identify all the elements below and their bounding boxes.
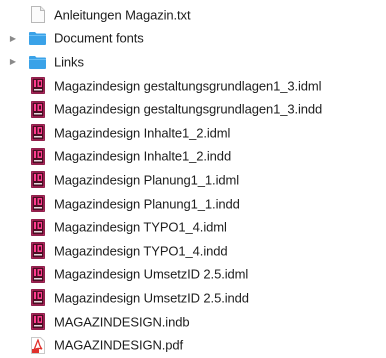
indesign-file-icon: [29, 124, 46, 142]
file-name: Magazindesign gestaltungsgrundlagen1_3.i…: [54, 101, 323, 117]
file-row-anleitungen[interactable]: Anleitungen Magazin.txt: [0, 3, 386, 27]
file-row[interactable]: MAGAZINDESIGN.indb: [0, 310, 386, 334]
file-name: Document fonts: [54, 30, 144, 46]
text-file-icon: [29, 6, 46, 24]
disclosure-triangle-icon[interactable]: ▶: [9, 33, 17, 43]
file-row[interactable]: Magazindesign Inhalte1_2.indd: [0, 145, 386, 169]
file-row[interactable]: Magazindesign Inhalte1_2.idml: [0, 121, 386, 145]
file-row[interactable]: Magazindesign Planung1_1.idml: [0, 168, 386, 192]
indesign-file-icon: [29, 147, 46, 165]
file-row[interactable]: Magazindesign TYPO1_4.idml: [0, 215, 386, 239]
folder-icon: [29, 30, 46, 47]
file-name: MAGAZINDESIGN.pdf: [54, 337, 184, 353]
file-row[interactable]: Magazindesign gestaltungsgrundlagen1_3.i…: [0, 97, 386, 121]
file-name: Magazindesign Inhalte1_2.idml: [54, 125, 231, 141]
file-name: Anleitungen Magazin.txt: [54, 7, 191, 23]
folder-icon: [29, 53, 46, 70]
indesign-file-icon: [29, 289, 46, 307]
file-name: Magazindesign Planung1_1.idml: [54, 172, 240, 188]
indesign-file-icon: [29, 195, 46, 213]
indesign-file-icon: [29, 313, 46, 331]
indesign-file-icon: [29, 218, 46, 236]
finder-file-list: Anleitungen Magazin.txt ▶ Document fonts…: [0, 0, 386, 357]
indesign-file-icon: [29, 242, 46, 260]
file-name: Magazindesign Planung1_1.indd: [54, 196, 240, 212]
file-name: Magazindesign TYPO1_4.indd: [54, 243, 228, 259]
file-row[interactable]: Magazindesign UmsetzID 2.5.indd: [0, 286, 386, 310]
file-name: Links: [54, 54, 84, 70]
indesign-file-icon: [29, 77, 46, 95]
indesign-file-icon: [29, 171, 46, 189]
folder-row-document-fonts[interactable]: ▶ Document fonts: [0, 27, 386, 51]
file-name: MAGAZINDESIGN.indb: [54, 314, 190, 330]
pdf-file-icon: [29, 336, 46, 354]
file-name: Magazindesign TYPO1_4.idml: [54, 219, 227, 235]
indesign-file-icon: [29, 100, 46, 118]
folder-row-links[interactable]: ▶ Links: [0, 50, 386, 74]
file-row[interactable]: Magazindesign TYPO1_4.indd: [0, 239, 386, 263]
file-row[interactable]: Magazindesign UmsetzID 2.5.idml: [0, 263, 386, 287]
indesign-file-icon: [29, 265, 46, 283]
file-name: Magazindesign gestaltungsgrundlagen1_3.i…: [54, 78, 322, 94]
file-row[interactable]: Magazindesign gestaltungsgrundlagen1_3.i…: [0, 74, 386, 98]
file-name: Magazindesign UmsetzID 2.5.idml: [54, 266, 249, 282]
file-name: Magazindesign Inhalte1_2.indd: [54, 148, 232, 164]
file-row[interactable]: Magazindesign Planung1_1.indd: [0, 192, 386, 216]
disclosure-triangle-icon[interactable]: ▶: [9, 57, 17, 67]
file-name: Magazindesign UmsetzID 2.5.indd: [54, 290, 249, 306]
file-row[interactable]: MAGAZINDESIGN.pdf: [0, 333, 386, 357]
